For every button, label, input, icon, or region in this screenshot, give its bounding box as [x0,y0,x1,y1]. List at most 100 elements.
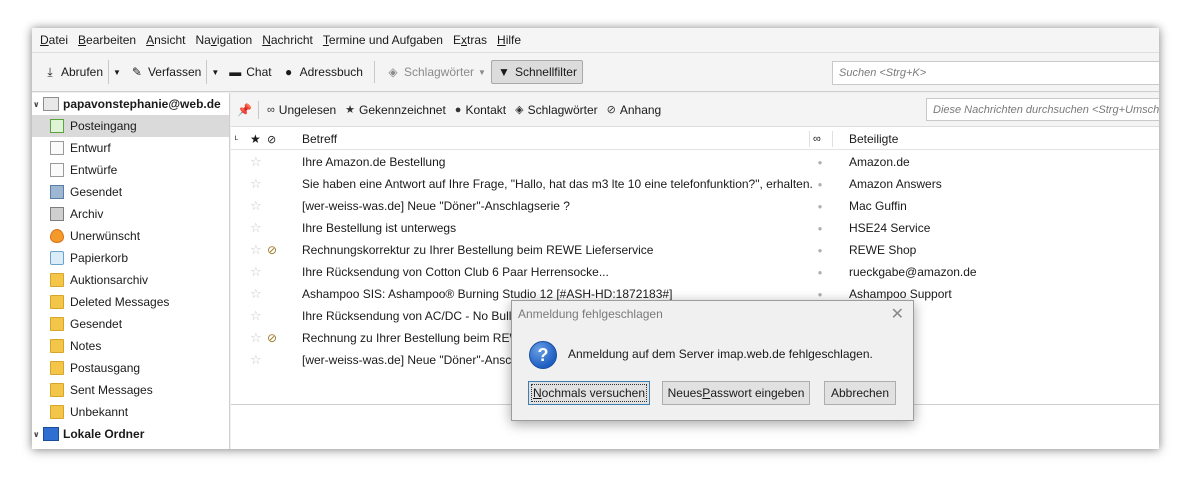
message-correspondent: Mac Guffin [849,199,907,213]
chevron-down-icon: ∨ [33,429,40,439]
folder-item[interactable]: Postausgang [32,357,229,379]
menu-item[interactable]: Navigation [191,33,256,47]
message-row[interactable]: ☆ Ihre Bestellung ist unterwegs ● HSE24 Ser… [231,217,1159,239]
message-row[interactable]: ☆ Ihre Rücksendung von Cotton Club 6 Paar… [231,261,1159,283]
account-item[interactable]: ∨ papavonstephanie@web.de [32,93,229,115]
star-icon[interactable]: ☆ [250,305,262,327]
new-password-button[interactable]: Neues Passwort eingeben [662,381,810,405]
menu-item[interactable]: Bearbeiten [74,33,140,47]
menu-bar: Datei Bearbeiten Ansicht Navigation Nachrich… [32,28,1159,52]
menu-item[interactable]: Nachricht [258,33,317,47]
folder-item[interactable]: Notes [32,335,229,357]
folder-label: Entwurf [70,141,111,155]
star-icon[interactable]: ☆ [250,327,262,349]
read-status-icon[interactable]: ● [815,261,825,283]
menu-item[interactable]: Hilfe [493,33,525,47]
message-correspondent: REWE Shop [849,243,917,257]
message-row[interactable]: ☆ Sie haben eine Antwort auf Ihre Frage, … [231,173,1159,195]
star-icon[interactable]: ☆ [250,283,262,305]
close-icon[interactable]: ✕ [891,304,904,324]
quick-filter-button[interactable]: ▼ Schnellfilter [490,60,583,84]
download-icon: ⤓ [47,64,53,79]
local-folders-item[interactable]: ∨ Lokale Ordner [32,423,229,445]
thread-column-icon[interactable]: ᴸ [235,128,238,150]
menu-item[interactable]: Termine und Aufgaben [319,33,447,47]
chat-button[interactable]: ▬ Chat [223,60,276,84]
star-icon[interactable]: ☆ [250,173,262,195]
star-icon[interactable]: ☆ [250,261,262,283]
folder-label: Gesendet [70,317,123,331]
message-row[interactable]: ☆ Ihre Amazon.de Bestellung ● Amazon.de [231,151,1159,173]
folder-label: Postausgang [70,361,141,375]
sent-icon [50,185,64,199]
star-icon[interactable]: ☆ [250,151,262,173]
message-subject: Ihre Rücksendung von Cotton Club 6 Paar … [302,265,609,279]
message-row[interactable]: ☆ [wer-weiss-was.de] Neue "Döner"-Anschla… [231,195,1159,217]
star-icon[interactable]: ☆ [250,239,262,261]
folder-icon [50,273,64,287]
write-button[interactable]: ✎ Verfassen [125,60,206,84]
folder-item[interactable]: Archiv [32,203,229,225]
folder-item[interactable]: Posteingang [32,115,229,137]
folder-item[interactable]: Unerwünscht [32,225,229,247]
paperclip-icon: ⊘ [606,104,616,116]
cancel-button[interactable]: Abbrechen [824,381,896,405]
message-subject: [wer-weiss-was.de] Neue "Döner"-Anschlag… [302,199,570,213]
menu-item[interactable]: Datei [36,33,72,47]
star-icon[interactable]: ☆ [250,195,262,217]
folder-item[interactable]: Entwurf [32,137,229,159]
global-search-input[interactable]: Suchen <Strg+K> [832,61,1159,85]
message-correspondent: HSE24 Service [849,221,931,235]
star-icon[interactable]: ☆ [250,217,262,239]
menu-item[interactable]: Extras [449,33,491,47]
message-correspondent: Amazon.de [849,155,910,169]
thunderbird-window: Datei Bearbeiten Ansicht Navigation Nachrich… [32,28,1159,449]
tags-button[interactable]: ◈ Schlagwörter ▼ [381,60,491,84]
folder-item[interactable]: Gesendet [32,313,229,335]
attachment-column-icon[interactable]: ⊘ [267,128,276,150]
folder-item[interactable]: Unbekannt [32,401,229,423]
column-divider [809,131,810,147]
read-status-icon[interactable]: ● [815,173,825,195]
unread-filter-button[interactable]: ∞ Ungelesen [267,103,336,117]
folder-icon [50,361,64,375]
folder-icon [50,405,64,419]
read-status-icon[interactable]: ● [815,217,825,239]
tags-filter-button[interactable]: ◈ Schlagwörter [515,103,598,117]
starred-filter-button[interactable]: ★ Gekennzeichnet [345,103,446,117]
read-status-column-icon[interactable]: ∞ [813,128,821,150]
address-book-button[interactable]: ● Adressbuch [277,60,368,84]
read-status-icon[interactable]: ● [815,151,825,173]
filter-icon: ▼ [497,65,510,79]
retry-button[interactable]: Nochmals versuchen [528,381,650,405]
folder-label: Posteingang [70,119,137,133]
star-column-icon[interactable]: ★ [250,128,261,150]
folder-item[interactable]: Sent Messages [32,379,229,401]
inbox-icon [50,119,64,133]
message-row[interactable]: ☆ ⊘ Rechnungskorrektur zu Ihrer Bestellung… [231,239,1159,261]
paperclip-icon: ⊘ [267,331,278,345]
filter-search-input[interactable]: Diese Nachrichten durchsuchen <Strg+Umsc… [926,98,1159,121]
menu-item[interactable]: Ansicht [142,33,189,47]
folder-item[interactable]: Deleted Messages [32,291,229,313]
contact-filter-button[interactable]: ● Kontakt [455,103,506,117]
correspondents-column-header[interactable]: Beteiligte [849,128,898,150]
folder-label: Sent Messages [70,383,153,397]
get-messages-button[interactable]: ⤓ Abrufen [38,60,108,84]
sticky-pin-icon[interactable]: 📌 [237,103,252,117]
read-status-icon[interactable]: ● [815,239,825,261]
folder-item[interactable]: Auktionsarchiv [32,269,229,291]
get-messages-dropdown[interactable]: ▼ [108,60,125,84]
star-icon[interactable]: ☆ [250,349,262,371]
attachment-filter-button[interactable]: ⊘ Anhang [607,103,662,117]
subject-column-header[interactable]: Betreff [302,128,337,150]
read-status-icon[interactable]: ● [815,195,825,217]
folder-item[interactable]: Gesendet [32,181,229,203]
folder-item[interactable]: Papierkorb [32,247,229,269]
folder-item[interactable]: Entwürfe [32,159,229,181]
write-dropdown[interactable]: ▼ [206,60,223,84]
folder-icon [50,339,64,353]
archive-icon [50,207,64,221]
quickfilter-separator [257,100,259,119]
folder-icon [50,295,64,309]
